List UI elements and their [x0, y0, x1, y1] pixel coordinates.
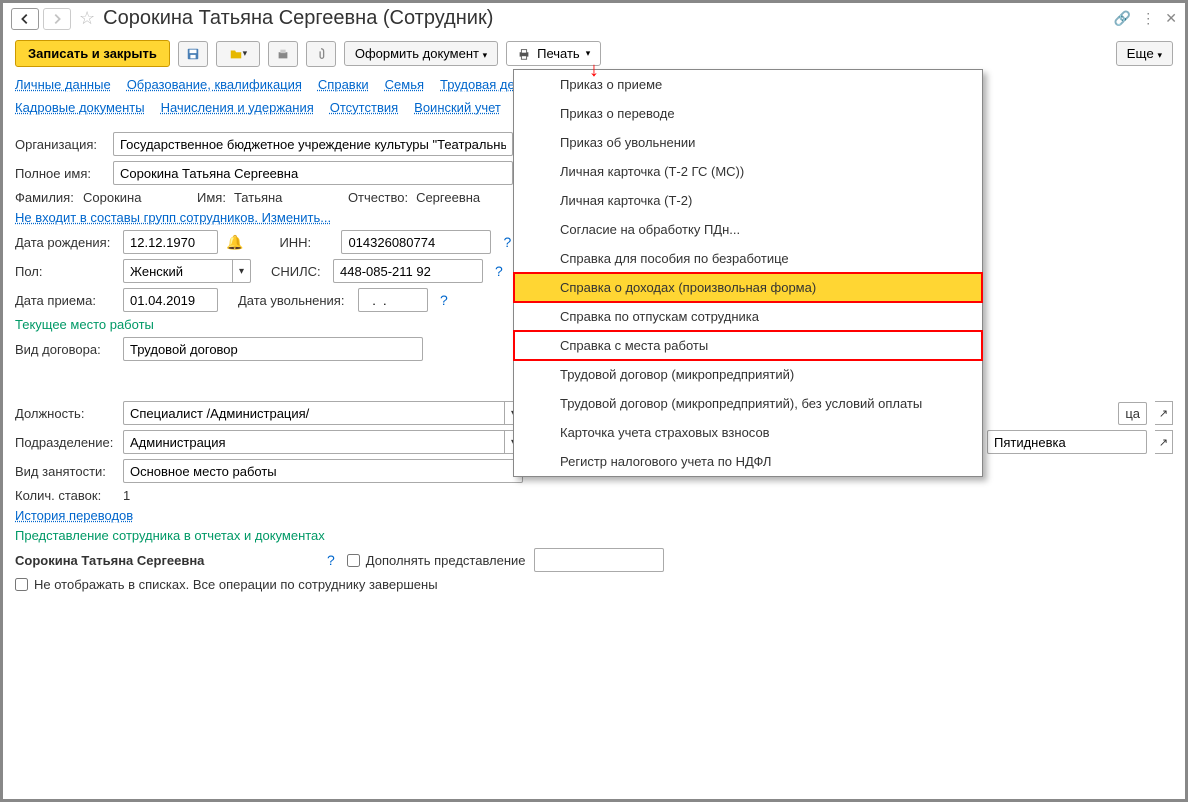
occupation-label: Вид занятости: [15, 464, 115, 479]
fullname-label: Полное имя: [15, 166, 105, 181]
hire-label: Дата приема: [15, 293, 115, 308]
surname-label: Фамилия: [15, 190, 79, 205]
department-input[interactable] [123, 430, 505, 454]
tab-education[interactable]: Образование, квалификация [127, 77, 302, 92]
groups-link[interactable]: Не входит в составы групп сотрудников. И… [15, 210, 331, 225]
back-button[interactable] [11, 8, 39, 30]
tab-personal[interactable]: Личные данные [15, 77, 111, 92]
org-input[interactable] [113, 132, 513, 156]
menu-item[interactable]: Регистр налогового учета по НДФЛ [514, 447, 982, 476]
menu-item[interactable]: Карточка учета страховых взносов [514, 418, 982, 447]
occupation-input[interactable] [123, 459, 523, 483]
surname-value: Сорокина [83, 190, 193, 205]
help-icon[interactable]: ? [491, 263, 507, 279]
window-title: Сорокина Татьяна Сергеевна (Сотрудник) [103, 7, 1110, 30]
menu-item[interactable]: Трудовой договор (микропредприятий), без… [514, 389, 982, 418]
position-label: Должность: [15, 406, 115, 421]
snils-input[interactable] [333, 259, 483, 283]
menu-item-income-certificate[interactable]: Справка о доходах (произвольная форма) [514, 273, 982, 302]
representation-name: Сорокина Татьяна Сергеевна [15, 553, 315, 568]
fire-input[interactable] [358, 288, 428, 312]
birth-input[interactable] [123, 230, 218, 254]
rates-value: 1 [123, 488, 130, 503]
hide-in-lists-checkbox[interactable]: Не отображать в списках. Все операции по… [15, 577, 438, 592]
close-icon[interactable]: ✕ [1165, 10, 1177, 27]
fire-label: Дата увольнения: [238, 293, 350, 308]
menu-item[interactable]: Справка для пособия по безработице [514, 244, 982, 273]
department-label: Подразделение: [15, 435, 115, 450]
print-menu: Приказ о приеме Приказ о переводе Приказ… [513, 69, 983, 477]
menu-item[interactable]: Согласие на обработку ПДн... [514, 215, 982, 244]
name-label: Имя: [197, 190, 226, 205]
bell-icon: 🔔 [226, 234, 243, 251]
attachment-button[interactable] [306, 41, 336, 67]
menu-item[interactable]: Приказ о переводе [514, 99, 982, 128]
document-button[interactable]: Оформить документ ▾ [344, 41, 498, 66]
tab-certificates[interactable]: Справки [318, 77, 369, 92]
more-button[interactable]: Еще ▾ [1116, 41, 1173, 66]
save-button[interactable] [178, 41, 208, 67]
tab-family[interactable]: Семья [385, 77, 424, 92]
save-and-close-button[interactable]: Записать и закрыть [15, 40, 170, 67]
misc-button[interactable] [268, 41, 298, 67]
menu-item-workplace-certificate[interactable]: Справка с места работы [514, 331, 982, 360]
contract-input[interactable] [123, 337, 423, 361]
current-place-header: Текущее место работы [15, 317, 154, 332]
name-value: Татьяна [234, 190, 344, 205]
tab-hr-docs[interactable]: Кадровые документы [15, 100, 145, 115]
forward-button[interactable] [43, 8, 71, 30]
rates-label: Колич. ставок: [15, 488, 115, 503]
print-button[interactable]: Печать ▾ [506, 41, 601, 66]
schedule-open-icon[interactable]: ↗ [1155, 430, 1173, 454]
tab-military[interactable]: Воинский учет [414, 100, 501, 115]
position-input[interactable] [123, 401, 505, 425]
supplement-input[interactable] [534, 548, 664, 572]
birth-label: Дата рождения: [15, 235, 115, 250]
open-icon[interactable]: ↗ [1155, 401, 1173, 425]
menu-item[interactable]: Личная карточка (Т-2) [514, 186, 982, 215]
patronymic-label: Отчество: [348, 190, 408, 205]
menu-item[interactable]: Приказ об увольнении [514, 128, 982, 157]
inn-label: ИНН: [279, 235, 333, 250]
representation-header: Представление сотрудника в отчетах и док… [15, 528, 325, 543]
kebab-menu-icon[interactable]: ⋮ [1141, 10, 1155, 27]
partial-text: ца [1118, 402, 1147, 425]
tab-absence[interactable]: Отсутствия [330, 100, 398, 115]
inn-input[interactable] [341, 230, 491, 254]
menu-item[interactable]: Справка по отпускам сотрудника [514, 302, 982, 331]
menu-item[interactable]: Личная карточка (Т-2 ГС (МС)) [514, 157, 982, 186]
help-icon[interactable]: ? [436, 292, 452, 308]
snils-label: СНИЛС: [271, 264, 325, 279]
menu-item[interactable]: Приказ о приеме [514, 70, 982, 99]
fullname-input[interactable] [113, 161, 513, 185]
menu-item[interactable]: Трудовой договор (микропредприятий) [514, 360, 982, 389]
schedule-input[interactable] [987, 430, 1147, 454]
contract-label: Вид договора: [15, 342, 115, 357]
sex-input[interactable] [123, 259, 233, 283]
sex-dropdown-button[interactable]: ▾ [233, 259, 251, 283]
folder-down-button[interactable]: ▾ [216, 41, 260, 67]
hire-input[interactable] [123, 288, 218, 312]
link-icon[interactable]: 🔗 [1114, 10, 1131, 27]
help-icon[interactable]: ? [323, 552, 339, 568]
favorite-icon[interactable]: ☆ [79, 8, 95, 29]
org-label: Организация: [15, 137, 105, 152]
tutorial-arrow-icon: ↓ [589, 59, 599, 82]
supplement-checkbox[interactable]: Дополнять представление [347, 553, 526, 568]
tab-payroll[interactable]: Начисления и удержания [161, 100, 314, 115]
patronymic-value: Сергеевна [416, 190, 480, 205]
sex-label: Пол: [15, 264, 115, 279]
history-link[interactable]: История переводов [15, 508, 133, 523]
